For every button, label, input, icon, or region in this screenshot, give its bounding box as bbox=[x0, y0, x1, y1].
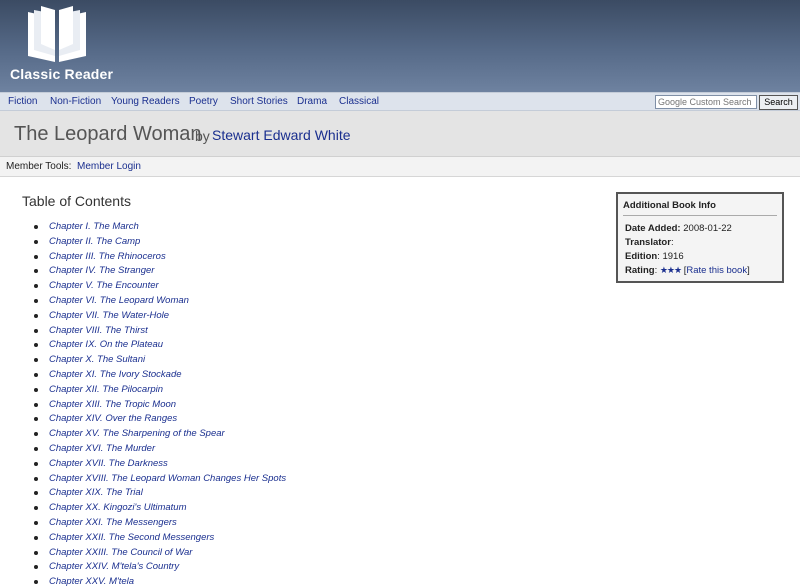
translator-row: Translator: bbox=[625, 237, 674, 248]
open-book-icon[interactable] bbox=[24, 6, 90, 62]
bullet-icon bbox=[34, 313, 38, 318]
chapter-link[interactable]: Chapter III. The Rhinoceros bbox=[49, 251, 166, 262]
translator-label: Translator bbox=[625, 237, 671, 248]
bullet-icon bbox=[34, 328, 38, 333]
translator-sep: : bbox=[670, 237, 674, 248]
page-title: The Leopard Woman bbox=[14, 123, 202, 145]
bullet-icon bbox=[34, 402, 38, 407]
member-tools-label: Member Tools: bbox=[6, 161, 72, 172]
chapter-link[interactable]: Chapter XX. Kingozi's Ultimatum bbox=[49, 502, 187, 513]
bullet-icon bbox=[34, 372, 38, 377]
bullet-icon bbox=[34, 491, 38, 496]
site-header: Classic Reader bbox=[0, 0, 800, 92]
bullet-icon bbox=[34, 446, 38, 451]
toc-heading: Table of Contents bbox=[22, 193, 131, 209]
author-link[interactable]: Stewart Edward White bbox=[212, 127, 351, 143]
chapter-link[interactable]: Chapter IV. The Stranger bbox=[49, 265, 154, 276]
nav-short-stories[interactable]: Short Stories bbox=[230, 96, 288, 107]
chapter-link[interactable]: Chapter XVI. The Murder bbox=[49, 443, 155, 454]
bullet-icon bbox=[34, 358, 38, 363]
chapter-link[interactable]: Chapter XVIII. The Leopard Woman Changes… bbox=[49, 473, 286, 484]
category-nav: Fiction Non-Fiction Young Readers Poetry… bbox=[0, 92, 800, 111]
rate-this-book-link[interactable]: Rate this book bbox=[686, 265, 747, 276]
site-name[interactable]: Classic Reader bbox=[10, 66, 113, 82]
chapter-link[interactable]: Chapter XIX. The Trial bbox=[49, 487, 143, 498]
chapter-link[interactable]: Chapter IX. On the Plateau bbox=[49, 339, 163, 350]
edition-label: Edition bbox=[625, 251, 658, 262]
chapter-link[interactable]: Chapter I. The March bbox=[49, 221, 139, 232]
edition-row: Edition: 1916 bbox=[625, 251, 684, 262]
chapter-link[interactable]: Chapter II. The Camp bbox=[49, 236, 140, 247]
bullet-icon bbox=[34, 298, 38, 303]
chapter-link[interactable]: Chapter XV. The Sharpening of the Spear bbox=[49, 428, 225, 439]
chapter-link[interactable]: Chapter XXIV. M'tela's Country bbox=[49, 561, 179, 572]
bullet-icon bbox=[34, 476, 38, 481]
bullet-icon bbox=[34, 387, 38, 392]
member-login-link[interactable]: Member Login bbox=[77, 161, 141, 172]
bullet-icon bbox=[34, 580, 38, 585]
date-added-row: Date Added: 2008-01-22 bbox=[625, 223, 732, 234]
date-added-value: 2008-01-22 bbox=[683, 223, 732, 234]
nav-drama[interactable]: Drama bbox=[297, 96, 327, 107]
book-info-box: Additional Book Info Date Added: 2008-01… bbox=[616, 192, 784, 283]
chapter-link[interactable]: Chapter XVII. The Darkness bbox=[49, 458, 168, 469]
bullet-icon bbox=[34, 565, 38, 570]
rating-stars-icon: ★★★ bbox=[659, 265, 682, 275]
bullet-icon bbox=[34, 239, 38, 244]
chapter-link[interactable]: Chapter XIII. The Tropic Moon bbox=[49, 399, 176, 410]
chapter-link[interactable]: Chapter XXII. The Second Messengers bbox=[49, 532, 214, 543]
chapter-link[interactable]: Chapter XII. The Pilocarpin bbox=[49, 384, 163, 395]
bullet-icon bbox=[34, 284, 38, 289]
by-label: by bbox=[195, 128, 210, 144]
bullet-icon bbox=[34, 432, 38, 437]
bullet-icon bbox=[34, 417, 38, 422]
chapter-link[interactable]: Chapter XI. The Ivory Stockade bbox=[49, 369, 182, 380]
bullet-icon bbox=[34, 535, 38, 540]
info-box-title: Additional Book Info bbox=[623, 200, 716, 211]
nav-poetry[interactable]: Poetry bbox=[189, 96, 218, 107]
rating-row: Rating: ★★★ [Rate this book] bbox=[625, 265, 750, 276]
member-tools-bar: Member Tools: Member Login bbox=[0, 157, 800, 177]
edition-value: : 1916 bbox=[657, 251, 684, 262]
nav-young-readers[interactable]: Young Readers bbox=[111, 96, 180, 107]
bullet-icon bbox=[34, 550, 38, 555]
chapter-link[interactable]: Chapter XIV. Over the Ranges bbox=[49, 413, 177, 424]
chapter-link[interactable]: Chapter XXV. M'tela bbox=[49, 576, 134, 587]
search-button[interactable]: Search bbox=[759, 95, 798, 110]
bullet-icon bbox=[34, 269, 38, 274]
rating-sep: : bbox=[654, 265, 658, 276]
chapter-link[interactable]: Chapter V. The Encounter bbox=[49, 280, 159, 291]
search-input[interactable] bbox=[655, 95, 757, 109]
bullet-icon bbox=[34, 343, 38, 348]
chapter-link[interactable]: Chapter X. The Sultani bbox=[49, 354, 145, 365]
info-divider bbox=[623, 215, 777, 216]
rate-close-bracket: ] bbox=[747, 265, 750, 276]
date-added-label: Date Added: bbox=[625, 223, 681, 234]
title-bar: The Leopard Woman by Stewart Edward Whit… bbox=[0, 111, 800, 157]
bullet-icon bbox=[34, 520, 38, 525]
chapter-link[interactable]: Chapter VII. The Water-Hole bbox=[49, 310, 169, 321]
bullet-icon bbox=[34, 225, 38, 229]
bullet-icon bbox=[34, 254, 38, 259]
rating-label: Rating bbox=[625, 265, 655, 276]
nav-fiction[interactable]: Fiction bbox=[8, 96, 37, 107]
chapter-link[interactable]: Chapter XXI. The Messengers bbox=[49, 517, 177, 528]
nav-non-fiction[interactable]: Non-Fiction bbox=[50, 96, 101, 107]
bullet-icon bbox=[34, 506, 38, 511]
chapter-link[interactable]: Chapter VIII. The Thirst bbox=[49, 325, 148, 336]
chapter-link[interactable]: Chapter VI. The Leopard Woman bbox=[49, 295, 189, 306]
nav-classical[interactable]: Classical bbox=[339, 96, 379, 107]
bullet-icon bbox=[34, 461, 38, 466]
chapter-link[interactable]: Chapter XXIII. The Council of War bbox=[49, 547, 192, 558]
